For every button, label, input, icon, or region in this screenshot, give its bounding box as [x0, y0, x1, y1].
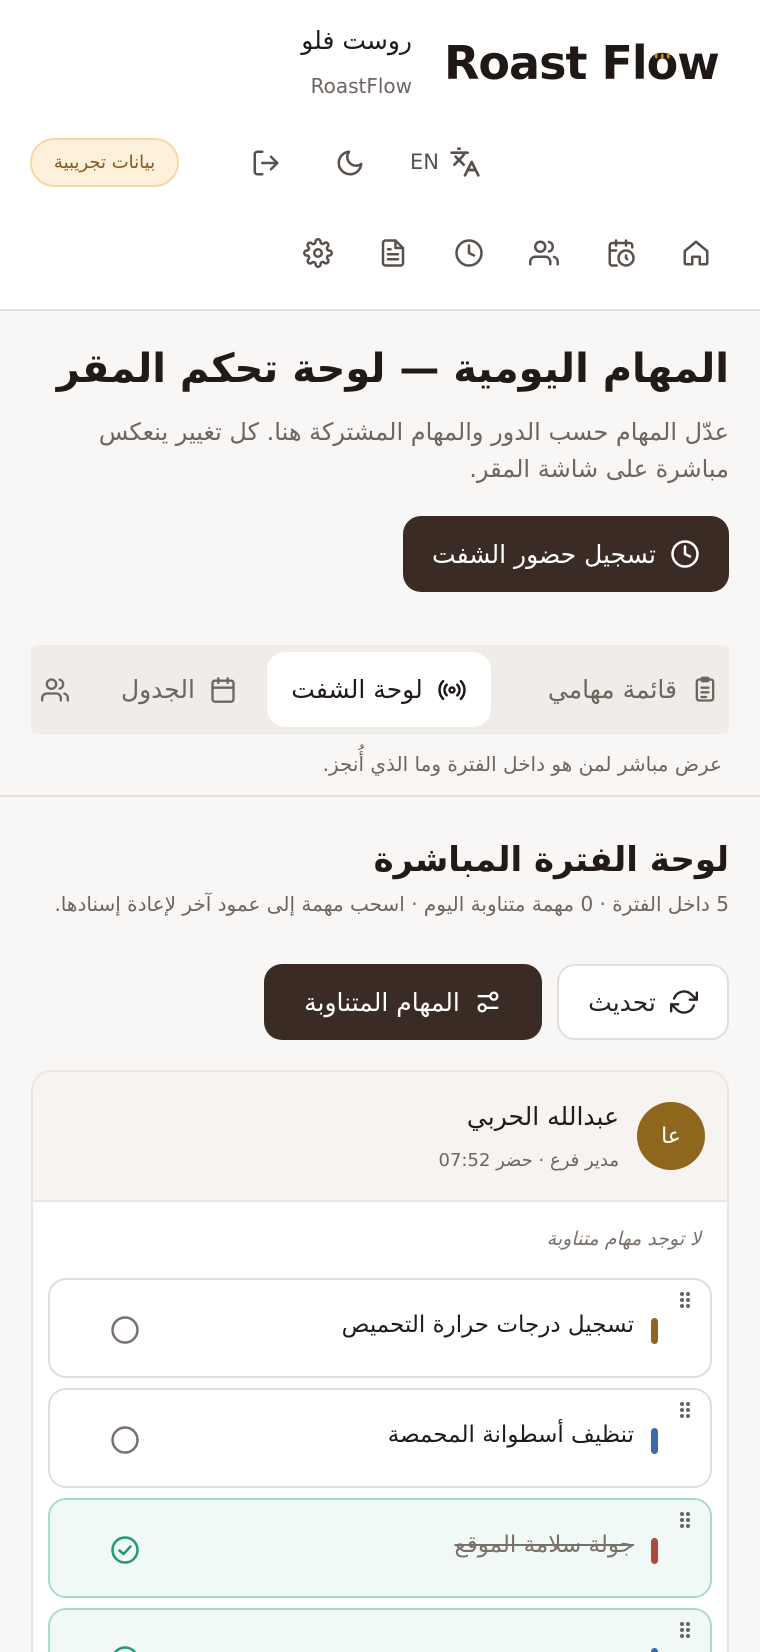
task-color-bar [651, 1538, 658, 1564]
drag-handle-icon[interactable] [678, 1620, 692, 1640]
tab-hint: عرض مباشر لمن هو داخل الفترة وما الذي أُ… [322, 752, 722, 776]
sliders-icon [477, 991, 499, 1013]
clipboard-icon [695, 676, 715, 702]
task-item[interactable]: تنظيف أسطوانة المحمصة [48, 1388, 712, 1488]
section-divider [0, 795, 760, 797]
users-icon[interactable] [529, 238, 559, 268]
task-color-bar [651, 1318, 658, 1344]
task-item-done[interactable] [48, 1608, 712, 1652]
translate-icon[interactable] [449, 146, 481, 178]
unchecked-circle-icon[interactable] [110, 1315, 140, 1345]
employee-column: عا عبدالله الحربي مدير فرع · حضر 07:52 ل… [31, 1070, 729, 1652]
logo-wordmark: Roast Flow [444, 36, 720, 90]
clock-in-button-label: تسجيل حضور الشفت [432, 539, 656, 569]
moon-icon[interactable] [335, 148, 365, 178]
avatar: عا [637, 1102, 705, 1170]
page-title: المهام اليومية — لوحة تحكم المقر [56, 346, 729, 392]
document-icon[interactable] [378, 238, 408, 268]
task-color-bar [651, 1428, 658, 1454]
drag-handle-icon[interactable] [678, 1290, 692, 1310]
task-label: تنظيف أسطوانة المحمصة [387, 1422, 634, 1448]
page-description: عدّل المهام حسب الدور والمهام المشتركة ه… [98, 418, 729, 483]
top-header: Roast Flow روست فلو RoastFlow بيانات تجر… [0, 0, 760, 311]
tab-shift-board-label: لوحة الشفت [291, 675, 423, 704]
task-label: تسجيل درجات حرارة التحميص [341, 1312, 634, 1338]
demo-data-badge[interactable]: بيانات تجريبية [30, 138, 179, 187]
tab-schedule[interactable]: الجدول [121, 652, 237, 727]
gear-icon[interactable] [303, 238, 333, 268]
drag-handle-icon[interactable] [678, 1400, 692, 1420]
checked-circle-icon[interactable] [110, 1535, 140, 1565]
task-item-done[interactable]: جولة سلامة الموقع [48, 1498, 712, 1598]
tab-team[interactable] [41, 652, 69, 727]
clock-icon [671, 540, 699, 568]
tab-shift-board[interactable]: لوحة الشفت [267, 652, 491, 727]
language-toggle-label[interactable]: EN [410, 150, 439, 174]
calendar-clock-icon[interactable] [606, 238, 636, 268]
users-icon [41, 677, 69, 702]
checked-circle-icon[interactable] [110, 1645, 140, 1652]
rotating-tasks-button[interactable]: المهام المتناوبة [264, 964, 542, 1040]
tab-my-tasks-label: قائمة مهامي [547, 675, 677, 704]
brand-name-en: RoastFlow [310, 74, 412, 98]
drag-handle-icon[interactable] [678, 1510, 692, 1530]
employee-header: عا عبدالله الحربي مدير فرع · حضر 07:52 [33, 1072, 727, 1202]
refresh-label: تحديث [588, 987, 656, 1017]
tab-my-tasks[interactable]: قائمة مهامي [548, 652, 719, 727]
broadcast-icon [438, 679, 466, 700]
brand-name-ar: روست فلو [301, 26, 412, 55]
task-color-bar [651, 1648, 658, 1652]
home-icon[interactable] [681, 238, 711, 268]
tab-schedule-label: الجدول [120, 675, 195, 704]
task-item[interactable]: تسجيل درجات حرارة التحميص [48, 1278, 712, 1378]
employee-role-status: مدير فرع · حضر 07:52 [438, 1150, 619, 1171]
clock-in-button[interactable]: تسجيل حضور الشفت [403, 516, 729, 592]
rotating-tasks-label: المهام المتناوبة [304, 987, 460, 1017]
task-label: جولة سلامة الموقع [454, 1532, 634, 1558]
empty-rotating-note: لا توجد مهام متناوبة [546, 1228, 701, 1250]
view-tabs: قائمة مهامي لوحة الشفت الجدول [31, 645, 729, 734]
calendar-icon [211, 676, 235, 703]
live-board-title: لوحة الفترة المباشرة [373, 840, 729, 880]
live-board-meta: 5 داخل الفترة · 0 مهمة متناوبة اليوم · ا… [54, 892, 729, 916]
unchecked-circle-icon[interactable] [110, 1425, 140, 1455]
logout-icon[interactable] [251, 148, 281, 178]
refresh-button[interactable]: تحديث [557, 964, 729, 1040]
refresh-icon [669, 990, 698, 1014]
employee-name: عبدالله الحربي [466, 1102, 619, 1131]
clock-icon[interactable] [454, 238, 484, 268]
coffee-cup-icon [654, 53, 670, 59]
